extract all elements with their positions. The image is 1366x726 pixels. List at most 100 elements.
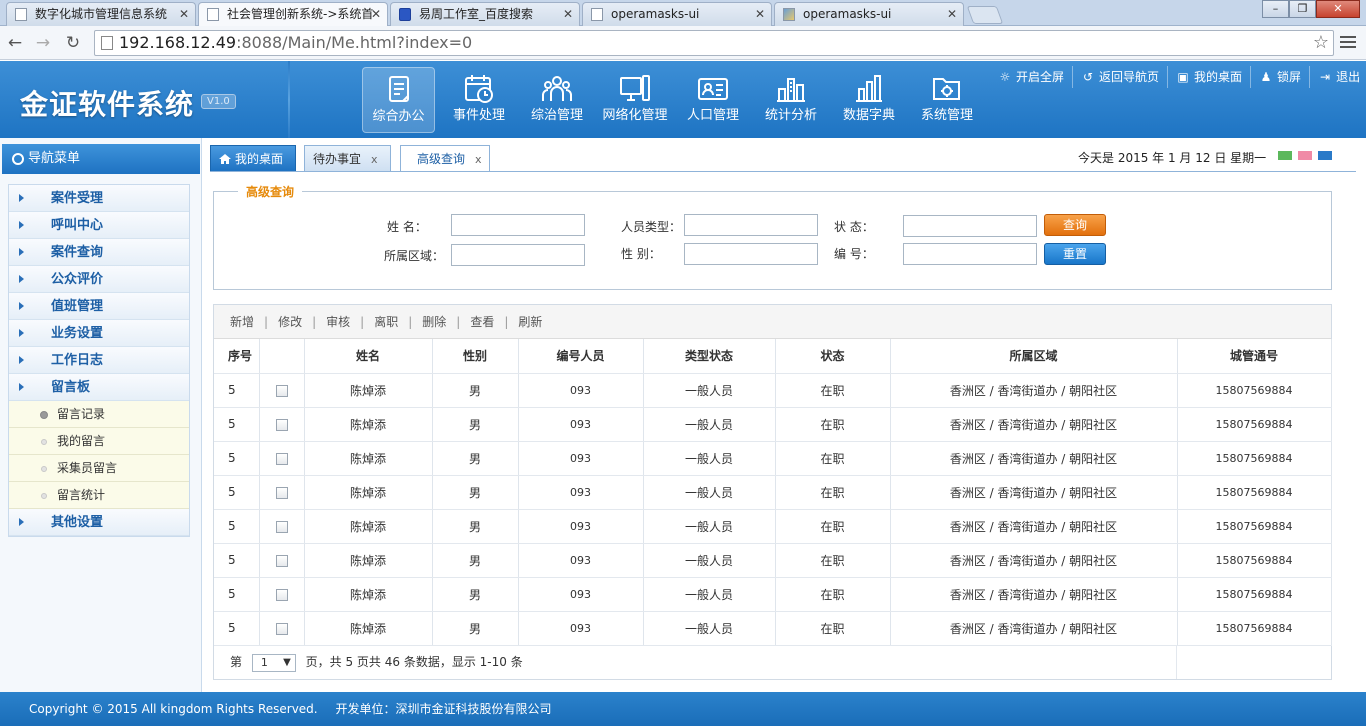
row-checkbox[interactable] — [275, 486, 288, 499]
row-checkbox[interactable] — [275, 520, 288, 533]
lock-screen-link[interactable]: ♟ 锁屏 — [1251, 66, 1311, 88]
table-row[interactable]: 5 陈焯添男 093 一般人员 在职 香洲区 / 香湾街道办 / 朝阳社区 15807569… — [214, 509, 1332, 544]
table-row[interactable]: 5 陈焯添男 093 一般人员 在职 香洲区 / 香湾街道办 / 朝阳社区 15807569… — [214, 611, 1332, 646]
row-select-cell[interactable] — [259, 577, 305, 612]
refresh-button[interactable]: 刷新 — [518, 313, 548, 330]
row-select-cell[interactable] — [259, 611, 305, 646]
view-button[interactable]: 查看 — [470, 313, 500, 330]
add-button[interactable]: 新增 — [230, 313, 260, 330]
row-checkbox[interactable] — [275, 554, 288, 567]
fullscreen-link[interactable]: ☼ 开启全屏 — [990, 66, 1074, 88]
row-checkbox[interactable] — [275, 384, 288, 397]
status-input[interactable] — [903, 215, 1037, 237]
module-events[interactable]: 事件处理 — [440, 67, 518, 133]
col-header-area[interactable]: 所属区域 — [890, 339, 1178, 374]
close-tab-icon[interactable]: x — [475, 153, 482, 166]
table-row[interactable]: 5 陈焯添男 093 一般人员 在职 香洲区 / 香湾街道办 / 朝阳社区 15807569… — [214, 577, 1332, 612]
col-header-name[interactable]: 姓名 — [304, 339, 433, 374]
close-tab-icon[interactable]: ✕ — [947, 3, 957, 25]
browser-menu-icon[interactable] — [1340, 34, 1356, 50]
browser-tab-3[interactable]: operamasks-ui ✕ — [582, 2, 772, 26]
logout-link[interactable]: ⇥ 退出 — [1310, 66, 1366, 88]
table-row[interactable]: 5 陈焯添男 093 一般人员 在职 香洲区 / 香湾街道办 / 朝阳社区 15807569… — [214, 475, 1332, 510]
col-header-phone[interactable]: 城管通号 — [1177, 339, 1332, 374]
col-header-status[interactable]: 状态 — [775, 339, 891, 374]
tab-todo[interactable]: 待办事宜 x — [304, 145, 391, 171]
minimize-icon[interactable]: – — [1262, 0, 1289, 18]
browser-tab-2[interactable]: 易周工作室_百度搜索 ✕ — [390, 2, 580, 26]
row-checkbox[interactable] — [275, 622, 288, 635]
module-population[interactable]: 人口管理 — [674, 67, 752, 133]
sidebar-item-case-acceptance[interactable]: 案件受理 — [9, 185, 189, 212]
row-select-cell[interactable] — [259, 441, 305, 476]
table-row[interactable]: 5 陈焯添男 093 一般人员 在职 香洲区 / 香湾街道办 / 朝阳社区 15807569… — [214, 543, 1332, 578]
browser-tab-0[interactable]: 数字化城市管理信息系统 ✕ — [6, 2, 196, 26]
sidebar-subitem-my-messages[interactable]: 我的留言 — [9, 428, 189, 455]
url-input[interactable]: 192.168.12.49:8088/Main/Me.html?index=0 … — [94, 30, 1334, 56]
table-row[interactable]: 5 陈焯添男 093 一般人员 在职 香洲区 / 香湾街道办 / 朝阳社区 15807569… — [214, 373, 1332, 408]
area-input[interactable] — [451, 244, 585, 266]
name-input[interactable] — [451, 214, 585, 236]
sidebar-item-other-settings[interactable]: 其他设置 — [9, 509, 189, 536]
col-header-number[interactable]: 编号人员 — [518, 339, 644, 374]
close-tab-icon[interactable]: ✕ — [755, 3, 765, 25]
row-checkbox[interactable] — [275, 418, 288, 431]
module-office[interactable]: 综合办公 — [362, 67, 435, 133]
sidebar-subitem-message-stats[interactable]: 留言统计 — [9, 482, 189, 509]
sidebar-item-work-log[interactable]: 工作日志 — [9, 347, 189, 374]
delete-button[interactable]: 删除 — [422, 313, 452, 330]
col-header-gender[interactable]: 性别 — [432, 339, 519, 374]
new-tab-button[interactable] — [966, 6, 1004, 24]
close-tab-icon[interactable]: ✕ — [371, 3, 381, 25]
sidebar-item-call-center[interactable]: 呼叫中心 — [9, 212, 189, 239]
sidebar-item-public-rating[interactable]: 公众评价 — [9, 266, 189, 293]
gender-input[interactable] — [684, 243, 818, 265]
table-row[interactable]: 5 陈焯添男 093 一般人员 在职 香洲区 / 香湾街道办 / 朝阳社区 15807569… — [214, 407, 1332, 442]
close-tab-icon[interactable]: ✕ — [563, 3, 573, 25]
browser-tab-4[interactable]: operamasks-ui ✕ — [774, 2, 964, 26]
bookmark-star-icon[interactable]: ☆ — [1313, 31, 1329, 55]
tab-my-desktop[interactable]: 我的桌面 — [210, 145, 296, 171]
row-select-cell[interactable] — [259, 407, 305, 442]
skin-blue-swatch[interactable] — [1318, 151, 1332, 160]
row-select-cell[interactable] — [259, 509, 305, 544]
row-checkbox[interactable] — [275, 588, 288, 601]
edit-button[interactable]: 修改 — [278, 313, 308, 330]
sidebar-subitem-collector-messages[interactable]: 采集员留言 — [9, 455, 189, 482]
reload-icon[interactable]: ↻ — [62, 32, 84, 54]
row-select-cell[interactable] — [259, 373, 305, 408]
resign-button[interactable]: 离职 — [374, 313, 404, 330]
row-checkbox[interactable] — [275, 452, 288, 465]
skin-pink-swatch[interactable] — [1298, 151, 1312, 160]
reset-button[interactable]: 重置 — [1044, 243, 1106, 265]
module-statistics[interactable]: 统计分析 — [752, 67, 830, 133]
query-button[interactable]: 查询 — [1044, 214, 1106, 236]
module-system[interactable]: 系统管理 — [908, 67, 986, 133]
table-row[interactable]: 5 陈焯添男 093 一般人员 在职 香洲区 / 香湾街道办 / 朝阳社区 15807569… — [214, 441, 1332, 476]
maximize-icon[interactable]: ❐ — [1289, 0, 1316, 18]
row-select-cell[interactable] — [259, 475, 305, 510]
module-governance[interactable]: 综治管理 — [518, 67, 596, 133]
module-dictionary[interactable]: 数据字典 — [830, 67, 908, 133]
tab-advanced-search[interactable]: 高级查询 x — [400, 145, 490, 172]
browser-tab-1[interactable]: 社会管理创新系统->系统首 ✕ — [198, 2, 388, 27]
page-select[interactable]: 1 ▼ — [251, 653, 296, 672]
forward-arrow-icon[interactable]: → — [32, 32, 54, 54]
person-type-input[interactable] — [684, 214, 818, 236]
back-arrow-icon[interactable]: ← — [4, 32, 26, 54]
my-desktop-link[interactable]: ▣ 我的桌面 — [1168, 66, 1252, 88]
col-header-type[interactable]: 类型状态 — [643, 339, 776, 374]
close-tab-icon[interactable]: ✕ — [179, 3, 189, 25]
row-select-cell[interactable] — [259, 543, 305, 578]
close-window-icon[interactable]: ✕ — [1316, 0, 1360, 18]
number-input[interactable] — [903, 243, 1037, 265]
module-network[interactable]: 网络化管理 — [596, 67, 674, 133]
sidebar-item-message-board[interactable]: 留言板 — [9, 374, 189, 401]
sidebar-item-duty[interactable]: 值班管理 — [9, 293, 189, 320]
back-to-nav-link[interactable]: ↺ 返回导航页 — [1073, 66, 1169, 88]
sidebar-subitem-message-records[interactable]: 留言记录 — [9, 401, 189, 428]
review-button[interactable]: 审核 — [326, 313, 356, 330]
close-tab-icon[interactable]: x — [371, 153, 378, 166]
sidebar-item-business-settings[interactable]: 业务设置 — [9, 320, 189, 347]
sidebar-item-case-query[interactable]: 案件查询 — [9, 239, 189, 266]
